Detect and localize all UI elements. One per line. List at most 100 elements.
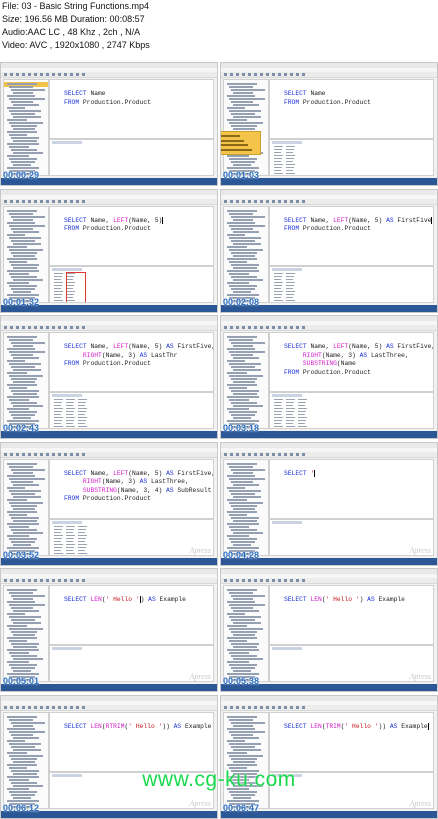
toolbar-icon bbox=[248, 199, 251, 203]
tree-node bbox=[9, 604, 45, 606]
toolbar-icon bbox=[272, 73, 275, 76]
tree-node bbox=[231, 414, 255, 416]
tree-node bbox=[227, 510, 257, 513]
result-cell bbox=[66, 426, 75, 427]
sql-code: SELECT Name, LEFT(Name, 5) AS FirstFive,… bbox=[284, 343, 433, 377]
tree-node bbox=[13, 116, 41, 118]
toolbar-icon bbox=[278, 73, 281, 76]
result-cell bbox=[274, 167, 282, 168]
sql-text: (Name, 3) bbox=[321, 351, 360, 359]
tree-node bbox=[229, 236, 261, 239]
sql-text: Production.Product bbox=[299, 225, 371, 233]
tree-node bbox=[231, 667, 255, 669]
result-cell bbox=[54, 408, 63, 409]
toolbar-icon bbox=[302, 199, 305, 203]
tree-node bbox=[231, 113, 255, 115]
tree-node bbox=[7, 281, 29, 284]
result-cell bbox=[54, 290, 63, 292]
sql-text: (Name bbox=[336, 360, 356, 368]
sql-text: Example bbox=[181, 722, 212, 730]
sql-text: )) bbox=[162, 722, 174, 730]
tree-node bbox=[13, 393, 37, 395]
tree-node bbox=[11, 540, 35, 543]
tree-node bbox=[13, 254, 35, 257]
video-frame-thumbnail: SELECT Name, LEFT(Name, 5) AS FirstFive,… bbox=[0, 315, 218, 439]
result-cell bbox=[274, 405, 281, 406]
tree-node bbox=[229, 604, 265, 606]
toolbar-icon bbox=[58, 452, 61, 456]
result-cell bbox=[274, 158, 282, 159]
tree-node bbox=[9, 537, 37, 540]
tree-node bbox=[229, 477, 265, 480]
result-cell bbox=[66, 420, 74, 421]
tree-node bbox=[231, 275, 257, 278]
tree-node bbox=[231, 354, 253, 356]
sql-text: (Name, 5) bbox=[128, 216, 163, 224]
tree-node bbox=[227, 119, 247, 121]
tree-node bbox=[9, 272, 29, 275]
toolbar-icon bbox=[242, 705, 245, 709]
tree-node bbox=[9, 489, 41, 492]
results-grid bbox=[269, 265, 434, 303]
toolbar-icon bbox=[82, 73, 85, 76]
toolbar-icon bbox=[16, 579, 19, 582]
results-header bbox=[52, 394, 82, 397]
query-editor: SELECT Name, LEFT(Name, 5) FROM Producti… bbox=[49, 205, 214, 266]
tree-node bbox=[229, 351, 265, 353]
result-cell bbox=[78, 423, 85, 424]
result-cell bbox=[66, 525, 75, 527]
tree-node bbox=[9, 742, 41, 745]
result-cell bbox=[274, 296, 281, 298]
tree-node bbox=[231, 540, 255, 543]
tree-node bbox=[9, 351, 45, 353]
result-cell bbox=[274, 164, 283, 165]
toolbar-icon bbox=[296, 326, 299, 329]
result-cell bbox=[78, 534, 87, 536]
tree-node bbox=[229, 501, 263, 504]
object-explorer-panel bbox=[3, 332, 49, 429]
tree-node bbox=[227, 546, 259, 549]
result-cell bbox=[274, 152, 281, 153]
sql-code: SELECT LEN(' Hello ') AS Example bbox=[284, 596, 405, 605]
frame-timestamp: 00:01:32 bbox=[3, 296, 40, 307]
sql-text: Production.Product bbox=[79, 225, 151, 233]
sql-keyword: FROM bbox=[64, 495, 80, 503]
tree-node bbox=[227, 625, 247, 627]
result-cell bbox=[274, 149, 282, 150]
tree-node bbox=[11, 287, 35, 290]
tree-node bbox=[229, 260, 247, 263]
result-cell bbox=[274, 272, 283, 274]
sql-code: SELECT Name FROM Production.Product bbox=[64, 90, 151, 107]
tree-node bbox=[229, 718, 253, 721]
sql-code: SELECT LEN(TRIM(' Hello ')) AS Example bbox=[284, 722, 429, 732]
toolbar-icon bbox=[254, 326, 257, 329]
tree-node bbox=[233, 736, 259, 739]
result-cell bbox=[286, 296, 293, 298]
tree-node bbox=[7, 637, 37, 639]
toolbar-icon bbox=[236, 199, 239, 203]
tree-node bbox=[229, 399, 249, 401]
sql-text: (Name, 3) bbox=[101, 351, 140, 359]
toolbar-icon bbox=[46, 199, 49, 203]
frame-timestamp: 00:05:38 bbox=[223, 676, 260, 686]
toolbar-icon bbox=[58, 199, 61, 203]
tree-node bbox=[11, 793, 35, 796]
tree-node bbox=[231, 161, 255, 163]
tree-node bbox=[11, 607, 33, 609]
tree-node bbox=[11, 480, 33, 483]
toolbar-icon bbox=[278, 326, 281, 329]
tree-node bbox=[233, 254, 255, 257]
tree-node bbox=[7, 486, 25, 489]
frame-timestamp: 00:06:12 bbox=[3, 802, 40, 813]
toolbar-icon bbox=[52, 705, 55, 709]
result-cell bbox=[286, 152, 293, 153]
tree-node bbox=[13, 646, 37, 648]
tree-node bbox=[231, 745, 255, 748]
tree-node bbox=[7, 269, 39, 272]
tree-node bbox=[227, 107, 245, 109]
toolbar-icon bbox=[64, 705, 67, 709]
tree-node bbox=[229, 224, 265, 227]
tree-node bbox=[7, 372, 27, 374]
result-cell bbox=[78, 546, 86, 548]
tree-node bbox=[13, 748, 41, 751]
